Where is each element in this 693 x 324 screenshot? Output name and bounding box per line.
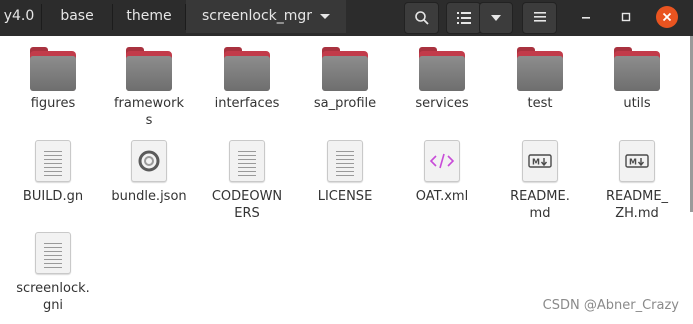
folder-icon <box>419 47 465 91</box>
menu-button[interactable] <box>522 2 557 34</box>
list-view-icon <box>457 12 471 24</box>
item-label: LICENSE <box>317 189 373 204</box>
item-label: CODEOWN ERS <box>211 189 283 221</box>
view-options-button[interactable] <box>479 2 513 34</box>
file-item[interactable]: M README_ ZH.md <box>592 136 682 226</box>
list-view-button[interactable] <box>446 2 481 34</box>
search-icon <box>415 11 429 25</box>
file-item[interactable]: screenlock. gni <box>8 228 98 318</box>
folder-item[interactable]: interfaces <box>202 36 292 126</box>
file-item[interactable]: M README. md <box>495 136 585 226</box>
text-file-icon <box>327 140 363 182</box>
text-file-icon <box>229 140 265 182</box>
folder-item[interactable]: utils <box>592 36 682 126</box>
maximize-button[interactable] <box>615 6 637 28</box>
file-item[interactable]: CODEOWN ERS <box>202 136 292 226</box>
file-grid: figures framework s interfaces sa_profile se… <box>0 36 693 324</box>
svg-text:M: M <box>532 158 540 167</box>
search-button[interactable] <box>404 2 439 34</box>
breadcrumb-label: base <box>60 8 94 24</box>
item-label: OAT.xml <box>415 189 469 204</box>
item-label: README_ ZH.md <box>605 189 669 221</box>
menu-icon <box>534 12 546 22</box>
breadcrumb-item-y4[interactable]: y4.0 <box>0 0 38 33</box>
item-label: BUILD.gn <box>22 189 84 204</box>
folder-icon <box>614 47 660 91</box>
file-item[interactable]: bundle.json <box>104 136 194 226</box>
folder-icon <box>517 47 563 91</box>
item-label: README. md <box>510 189 570 221</box>
item-label: services <box>415 96 469 111</box>
breadcrumb-item-theme[interactable]: theme <box>113 0 185 33</box>
item-label: interfaces <box>214 96 280 111</box>
breadcrumb-item-base[interactable]: base <box>42 0 112 33</box>
folder-item[interactable]: framework s <box>104 36 194 128</box>
json-file-icon <box>131 140 167 182</box>
markdown-file-icon: M <box>522 140 558 182</box>
minimize-button[interactable] <box>575 6 597 28</box>
breadcrumb-label: y4.0 <box>3 8 35 24</box>
item-label: test <box>527 96 553 111</box>
item-label: utils <box>623 96 651 111</box>
header-bar: y4.0 base theme screenlock_mgr <box>0 0 693 36</box>
item-label: figures <box>30 96 76 111</box>
close-button[interactable] <box>656 6 678 28</box>
folder-item[interactable]: test <box>495 36 585 126</box>
folder-item[interactable]: sa_profile <box>300 36 390 126</box>
breadcrumb-item-current[interactable]: screenlock_mgr <box>186 0 346 33</box>
folder-item[interactable]: figures <box>8 36 98 126</box>
folder-icon <box>224 47 270 91</box>
folder-icon <box>126 47 172 91</box>
svg-text:M: M <box>629 158 637 167</box>
xml-file-icon <box>424 140 460 182</box>
item-label: bundle.json <box>111 189 187 204</box>
item-label: screenlock. gni <box>16 281 90 313</box>
watermark: CSDN @Abner_Crazy <box>542 298 679 313</box>
item-label: framework s <box>113 96 184 128</box>
breadcrumb-label: screenlock_mgr <box>201 8 313 24</box>
minimize-icon <box>582 17 590 19</box>
file-item[interactable]: OAT.xml <box>397 136 487 226</box>
folder-icon <box>322 47 368 91</box>
markdown-file-icon: M <box>619 140 655 182</box>
folder-item[interactable]: services <box>397 36 487 126</box>
view-options-chevron-icon <box>491 15 501 21</box>
text-file-icon <box>35 140 71 182</box>
chevron-down-icon <box>320 13 331 19</box>
file-item[interactable]: BUILD.gn <box>8 136 98 226</box>
text-file-icon <box>35 232 71 274</box>
close-icon <box>662 12 672 22</box>
folder-icon <box>30 47 76 91</box>
item-label: sa_profile <box>313 96 377 111</box>
maximize-icon <box>621 12 631 22</box>
breadcrumb-label: theme <box>126 8 172 24</box>
file-item[interactable]: LICENSE <box>300 136 390 226</box>
